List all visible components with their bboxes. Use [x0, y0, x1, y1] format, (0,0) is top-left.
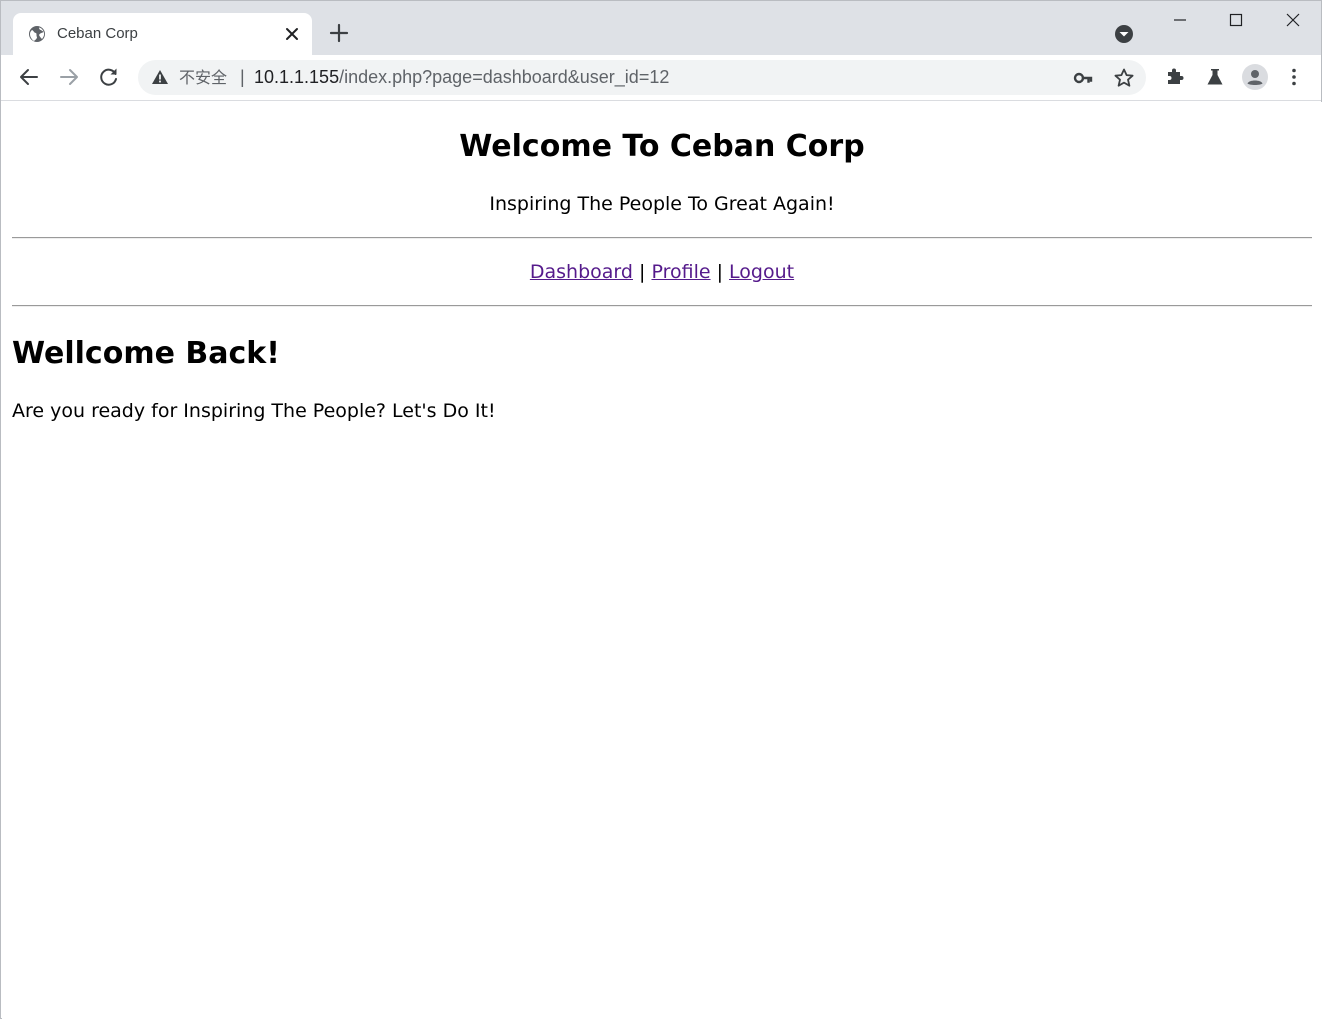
plus-icon[interactable] — [327, 21, 351, 45]
close-icon[interactable] — [283, 25, 301, 43]
divider-top — [12, 237, 1312, 239]
url-host: 10.1.1.155 — [254, 67, 340, 87]
welcome-heading: Wellcome Back! — [12, 336, 280, 371]
nav-link-logout[interactable]: Logout — [729, 261, 794, 283]
key-icon[interactable] — [1073, 68, 1093, 88]
maximize-icon[interactable] — [1225, 9, 1247, 31]
divider-bottom — [12, 305, 1312, 307]
reload-icon[interactable] — [97, 65, 121, 89]
browser-toolbar: 不安全 | 10.1.1.155/index.php?page=dashboar… — [1, 55, 1321, 101]
url-text[interactable]: 10.1.1.155/index.php?page=dashboard&user… — [254, 67, 669, 87]
minimize-icon[interactable] — [1169, 9, 1191, 31]
tab-ceban-corp[interactable]: Ceban Corp — [13, 13, 312, 55]
security-separator: | — [240, 67, 245, 87]
arrow-right-icon[interactable] — [57, 65, 81, 89]
site-nav: Dashboard | Profile | Logout — [2, 260, 1322, 284]
welcome-text: Are you ready for Inspiring The People? … — [12, 400, 496, 422]
nav-link-profile[interactable]: Profile — [651, 261, 710, 283]
warning-icon[interactable] — [151, 68, 169, 86]
page-content: Welcome To Ceban Corp Inspiring The Peop… — [2, 102, 1322, 1019]
kebab-menu-icon[interactable] — [1282, 65, 1306, 89]
tab-strip: Ceban Corp — [1, 1, 1321, 55]
puzzle-icon[interactable] — [1163, 65, 1187, 89]
address-bar[interactable]: 不安全 | 10.1.1.155/index.php?page=dashboar… — [138, 60, 1146, 95]
window-close-icon[interactable] — [1282, 9, 1304, 31]
nav-separator: | — [639, 261, 646, 283]
nav-separator: | — [716, 261, 723, 283]
tab-title: Ceban Corp — [57, 25, 138, 42]
avatar-icon[interactable] — [1241, 63, 1269, 91]
globe-icon — [28, 25, 46, 43]
star-icon[interactable] — [1113, 67, 1135, 89]
page-title: Welcome To Ceban Corp — [459, 129, 865, 164]
security-label[interactable]: 不安全 — [179, 68, 227, 88]
arrow-left-icon[interactable] — [17, 65, 41, 89]
flask-icon[interactable] — [1203, 65, 1227, 89]
chevron-down-circle-icon[interactable] — [1113, 23, 1135, 45]
browser-window: Ceban Corp 不安全 | 10.1.1.155/index.php?pa… — [0, 0, 1322, 1019]
page-tagline: Inspiring The People To Great Again! — [489, 193, 835, 215]
url-path: /index.php?page=dashboard&user_id=12 — [339, 67, 670, 87]
nav-link-dashboard[interactable]: Dashboard — [530, 261, 633, 283]
